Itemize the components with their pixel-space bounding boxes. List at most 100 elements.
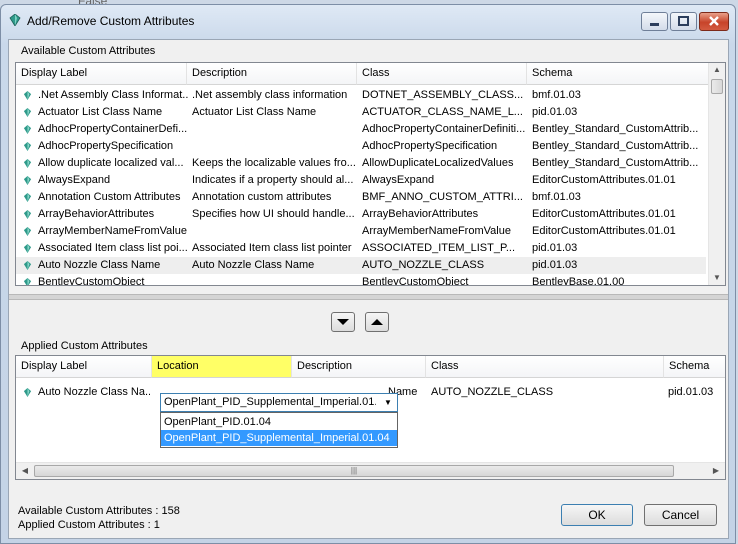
column-header-applied-class[interactable]: Class [426, 356, 664, 378]
attribute-icon [23, 142, 32, 151]
table-row[interactable]: AlwaysExpand Indicates if a property shou… [16, 172, 706, 189]
row-class: BMF_ANNO_CUSTOM_ATTRI... [362, 191, 523, 203]
row-description: Annotation custom attributes [192, 191, 332, 203]
row-description: Auto Nozzle Class Name [192, 259, 315, 271]
row-schema: Bentley_Standard_CustomAttrib... [532, 123, 699, 135]
location-option[interactable]: OpenPlant_PID.01.04 [161, 414, 397, 430]
row-display-label: ArrayBehaviorAttributes [38, 208, 155, 220]
attribute-icon [23, 210, 32, 219]
row-display-label: Actuator List Class Name [38, 106, 163, 118]
row-description: .Net assembly class information [192, 89, 348, 101]
minimize-button[interactable] [641, 12, 668, 31]
row-class: ACTUATOR_CLASS_NAME_L... [362, 106, 523, 118]
location-combobox-value: OpenPlant_PID_Supplemental_Imperial.01.0… [164, 396, 376, 408]
table-row[interactable]: ArrayBehaviorAttributes Specifies how UI … [16, 206, 706, 223]
row-description: Actuator List Class Name [192, 106, 317, 118]
column-header-description[interactable]: Description [187, 63, 357, 85]
column-header-applied-schema[interactable]: Schema [664, 356, 725, 378]
row-display-label: AlwaysExpand [38, 174, 111, 186]
row-schema: EditorCustomAttributes.01.01 [532, 174, 676, 186]
scrollbar-thumb[interactable] [711, 79, 723, 94]
column-header-class[interactable]: Class [357, 63, 527, 85]
title-bar[interactable]: Add/Remove Custom Attributes [1, 5, 735, 39]
row-description: Keeps the localizable values fro... [192, 157, 356, 169]
row-class: ArrayBehaviorAttributes [362, 208, 479, 220]
panel-splitter[interactable] [9, 294, 728, 300]
scroll-down-arrow-icon[interactable]: ▼ [709, 271, 725, 285]
available-group-label: Available Custom Attributes [21, 45, 156, 57]
applied-horizontal-scrollbar[interactable]: ◀ ||| ▶ [16, 462, 725, 479]
table-row[interactable]: .Net Assembly Class Informat... .Net asse… [16, 87, 706, 104]
horizontal-scrollbar-thumb[interactable]: ||| [34, 465, 674, 477]
row-schema: pid.01.03 [532, 106, 578, 118]
attribute-icon [23, 193, 32, 202]
row-description: Specifies how UI should handle... [192, 208, 355, 220]
row-schema: Bentley_Standard_CustomAttrib... [532, 157, 699, 169]
table-row[interactable]: Actuator List Class Name Actuator List Cl… [16, 104, 706, 121]
cancel-button[interactable]: Cancel [644, 504, 717, 526]
table-row[interactable]: Allow duplicate localized val... Keeps th… [16, 155, 706, 172]
table-row[interactable]: Auto Nozzle Class Name Auto Nozzle Class … [16, 257, 706, 274]
location-option-selected[interactable]: OpenPlant_PID_Supplemental_Imperial.01.0… [161, 430, 397, 446]
triangle-down-icon [337, 319, 349, 325]
applied-class: AUTO_NOZZLE_CLASS [431, 386, 554, 398]
row-display-label: Associated Item class list poi... [38, 242, 188, 254]
location-combobox[interactable]: OpenPlant_PID_Supplemental_Imperial.01.0… [160, 393, 398, 412]
row-display-label: ArrayMemberNameFromValue [38, 225, 187, 237]
attribute-icon [9, 14, 21, 26]
table-row[interactable]: ArrayMemberNameFromValue ArrayMemberNameF… [16, 223, 706, 240]
row-schema: EditorCustomAttributes.01.01 [532, 208, 676, 220]
applied-count-label: Applied Custom Attributes : 1 [18, 519, 160, 531]
attribute-icon [23, 159, 32, 168]
row-class: AllowDuplicateLocalizedValues [362, 157, 514, 169]
table-row[interactable]: Annotation Custom Attributes Annotation c… [16, 189, 706, 206]
scroll-left-arrow-icon[interactable]: ◀ [17, 464, 33, 478]
column-header-schema[interactable]: Schema [527, 63, 710, 85]
row-class: ArrayMemberNameFromValue [362, 225, 511, 237]
row-display-label: Annotation Custom Attributes [38, 191, 181, 203]
row-display-label: .Net Assembly Class Informat... [38, 89, 188, 101]
dialog-window: Add/Remove Custom Attributes Available C… [0, 4, 736, 544]
attribute-icon [23, 91, 32, 100]
column-header-location[interactable]: Location [152, 356, 292, 378]
ok-button[interactable]: OK [561, 504, 633, 526]
maximize-button[interactable] [670, 12, 697, 31]
applied-group-label: Applied Custom Attributes [21, 340, 148, 352]
available-vertical-scrollbar[interactable]: ▲ ▼ [708, 63, 725, 285]
attribute-icon [23, 176, 32, 185]
maximize-icon [678, 16, 689, 26]
table-row[interactable]: AdhocPropertySpecification AdhocPropertyS… [16, 138, 706, 155]
row-description: Associated Item class list pointer [192, 242, 352, 254]
table-row[interactable]: BentleyCustomObject BentleyCustomObject Be… [16, 274, 706, 286]
applied-schema: pid.01.03 [668, 386, 714, 398]
row-display-label: AdhocPropertySpecification [38, 140, 174, 152]
row-class: AlwaysExpand [362, 174, 435, 186]
move-up-button[interactable] [365, 312, 389, 332]
location-dropdown-list[interactable]: OpenPlant_PID.01.04 OpenPlant_PID_Supple… [160, 412, 398, 448]
applied-attributes-list[interactable]: Display Label Location Description Class… [15, 355, 726, 480]
close-icon [709, 16, 719, 26]
window-title: Add/Remove Custom Attributes [27, 14, 195, 28]
attribute-icon [23, 108, 32, 117]
row-class: DOTNET_ASSEMBLY_CLASS... [362, 89, 524, 101]
minimize-icon [650, 23, 659, 26]
row-class: AdhocPropertyContainerDefiniti... [362, 123, 526, 135]
table-row[interactable]: Associated Item class list poi... Associa… [16, 240, 706, 257]
column-header-applied-display-label[interactable]: Display Label [16, 356, 152, 378]
column-header-display-label[interactable]: Display Label [16, 63, 187, 85]
row-class: ASSOCIATED_ITEM_LIST_P... [362, 242, 516, 254]
close-button[interactable] [699, 12, 729, 31]
available-attributes-list[interactable]: Display Label Description Class Schema .… [15, 62, 726, 286]
row-display-label: Auto Nozzle Class Name [38, 259, 161, 271]
row-schema: BentleyBase.01.00 [532, 276, 625, 286]
table-row[interactable]: AdhocPropertyContainerDefi... AdhocProper… [16, 121, 706, 138]
scroll-up-arrow-icon[interactable]: ▲ [709, 63, 725, 77]
row-schema: Bentley_Standard_CustomAttrib... [532, 140, 699, 152]
chevron-down-icon[interactable]: ▼ [381, 395, 395, 410]
move-down-button[interactable] [331, 312, 355, 332]
attribute-icon [23, 125, 32, 134]
available-count-label: Available Custom Attributes : 158 [18, 505, 180, 517]
scroll-right-arrow-icon[interactable]: ▶ [708, 464, 724, 478]
row-class: AdhocPropertySpecification [362, 140, 498, 152]
column-header-applied-description[interactable]: Description [292, 356, 426, 378]
